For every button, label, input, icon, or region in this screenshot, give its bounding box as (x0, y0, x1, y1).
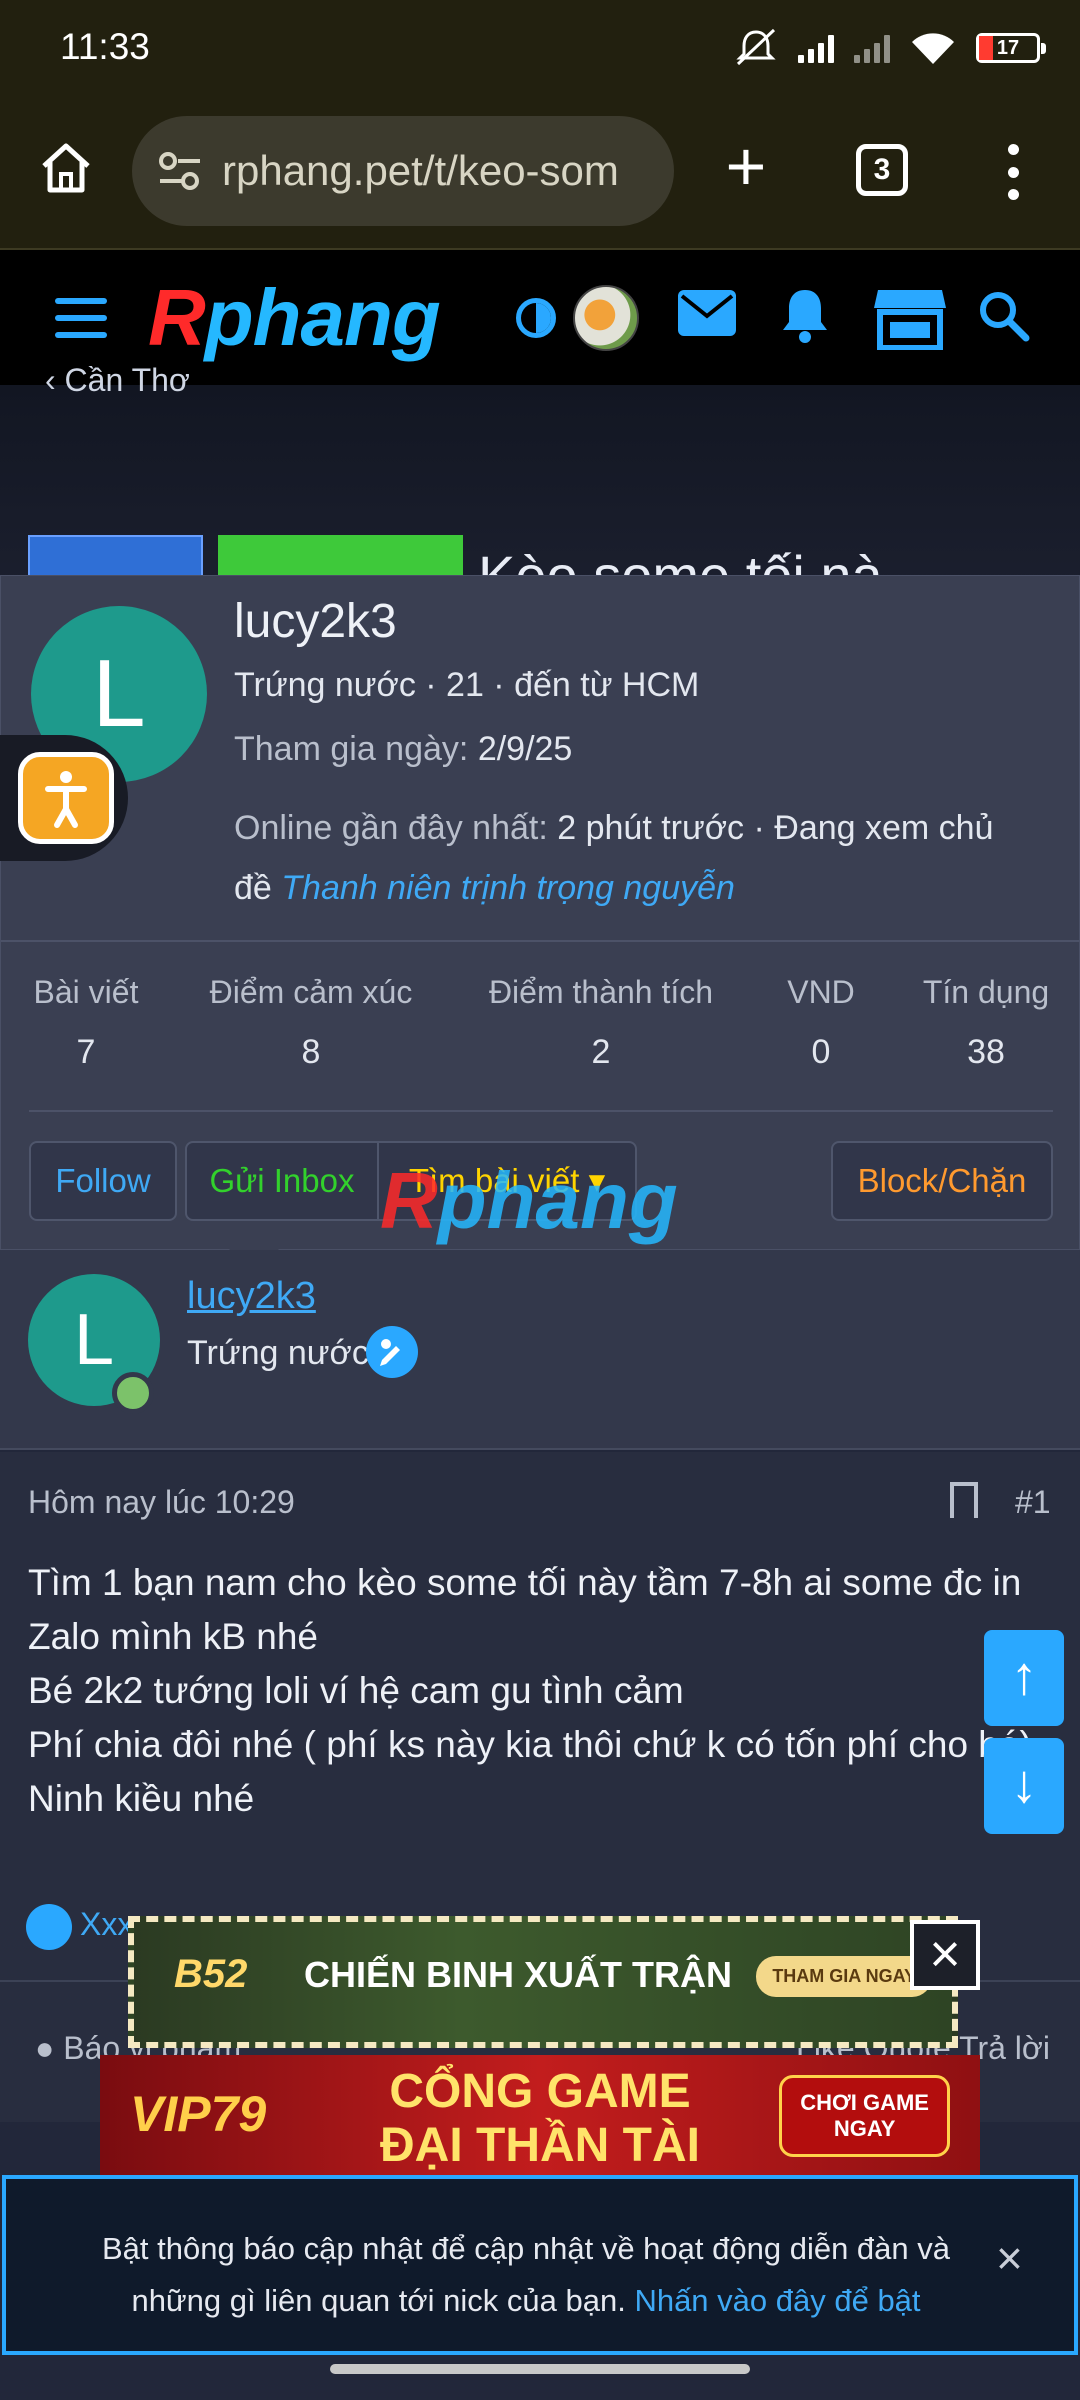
new-tab-button[interactable]: + (716, 131, 776, 201)
ad-close-icon[interactable]: × (910, 1920, 980, 1990)
site-logo[interactable]: Rphang (148, 272, 441, 364)
battery-level: 17 (996, 36, 1020, 59)
push-notification-banner: Bật thông báo cập nhật để cập nhật về ho… (2, 2175, 1078, 2355)
tab-switcher-button[interactable]: 3 (856, 144, 908, 196)
bell-icon[interactable] (778, 286, 832, 344)
ad-banner-b52[interactable]: B52 CHIẾN BINH XUẤT TRẬN THAM GIA NGAY (128, 1916, 958, 2048)
member-joined: Tham gia ngày: 2/9/25 (234, 730, 573, 768)
theme-toggle-icon[interactable] (516, 298, 556, 338)
stat-credits[interactable]: Tín dụng 38 (911, 974, 1061, 1072)
stat-vnd[interactable]: VND 0 (771, 974, 871, 1072)
stat-trophy-points[interactable]: Điểm thành tích 2 (481, 974, 721, 1072)
enable-notifications-link[interactable]: Nhấn vào đây để bật (634, 2283, 920, 2318)
member-meta: Trứng nước · 21 · đến từ HCM (234, 666, 700, 704)
member-username[interactable]: lucy2k3 (234, 594, 397, 649)
stat-reactions[interactable]: Điểm cảm xúc 8 (201, 974, 421, 1072)
divider (1, 940, 1080, 942)
search-icon[interactable] (976, 288, 1032, 344)
post-number[interactable]: #1 (1015, 1484, 1051, 1521)
ad-banner-vip79[interactable]: VIP79 CỔNG GAME ĐẠI THẦN TÀI CHƠI GAME N… (100, 2055, 980, 2175)
online-status-icon (112, 1372, 154, 1414)
mail-icon[interactable] (678, 290, 736, 336)
divider (29, 1110, 1053, 1112)
viewing-thread-link[interactable]: Thanh niên trịnh trọng nguyễn (281, 869, 735, 907)
browser-menu-icon[interactable] (998, 144, 1028, 200)
reaction-summary[interactable]: Xxx (80, 1906, 133, 1943)
url-bar[interactable]: rphang.pet/t/keo-som (132, 116, 674, 226)
follow-button[interactable]: Follow (29, 1141, 177, 1221)
member-last-online: Online gần đây nhất: 2 phút trước · Đang… (234, 809, 994, 907)
accessibility-icon[interactable] (18, 752, 114, 844)
post-line: Tìm 1 bạn nam cho kèo some tối này tầm 7… (28, 1562, 1022, 1657)
browser-toolbar: rphang.pet/t/keo-som + 3 (0, 100, 1080, 250)
home-icon[interactable] (38, 140, 94, 196)
post-author-bar (0, 1250, 1080, 1450)
bookmark-icon[interactable] (950, 1482, 978, 1518)
post-line: Bé 2k2 tướng loli ví hệ cam gu tình cảm (28, 1670, 684, 1711)
hamburger-menu-icon[interactable] (55, 298, 107, 338)
member-tooltip-card: L lucy2k3 Trứng nước · 21 · đến từ HCM T… (0, 575, 1080, 1250)
gesture-nav-bar[interactable] (330, 2364, 750, 2374)
post-author-role: Trứng nước (187, 1334, 369, 1372)
notification-text: Bật thông báo cập nhật để cập nhật về ho… (101, 2231, 951, 2318)
post-line: Ninh kiều nhé (28, 1778, 255, 1819)
scroll-down-button[interactable]: ↓ (984, 1738, 1064, 1834)
breadcrumb[interactable]: ‹ Cần Thơ (45, 362, 190, 399)
stat-posts[interactable]: Bài viết 7 (21, 974, 151, 1072)
mute-icon (736, 28, 776, 66)
battery-icon: 17 (976, 33, 1046, 63)
signal-icon (798, 33, 834, 63)
post-timestamp[interactable]: Hôm nay lúc 10:29 (28, 1484, 295, 1521)
watermark-logo: Rphang (380, 1156, 678, 1245)
like-reaction-icon (26, 1904, 72, 1950)
status-icons: 17 (734, 28, 1046, 68)
post-line: Phí chia đôi nhé ( phí ks này kia thôi c… (28, 1724, 1032, 1765)
post-content: Tìm 1 bạn nam cho kèo some tối này tầm 7… (28, 1556, 1038, 1826)
send-inbox-button[interactable]: Gửi Inbox (185, 1141, 377, 1221)
status-time: 11:33 (60, 26, 150, 67)
signal-icon-2 (854, 33, 890, 63)
close-icon[interactable]: × (996, 2231, 1023, 2285)
status-bar: 11:33 17 (0, 0, 1080, 100)
site-settings-icon[interactable] (158, 151, 202, 191)
verified-icon (366, 1326, 418, 1378)
post-author-username[interactable]: lucy2k3 (187, 1275, 316, 1318)
block-button[interactable]: Block/Chặn (831, 1141, 1053, 1221)
user-avatar[interactable] (573, 285, 639, 351)
scroll-up-button[interactable]: ↑ (984, 1630, 1064, 1726)
store-icon[interactable] (872, 286, 948, 350)
url-text: rphang.pet/t/keo-som (222, 147, 619, 194)
wifi-icon (912, 33, 954, 64)
